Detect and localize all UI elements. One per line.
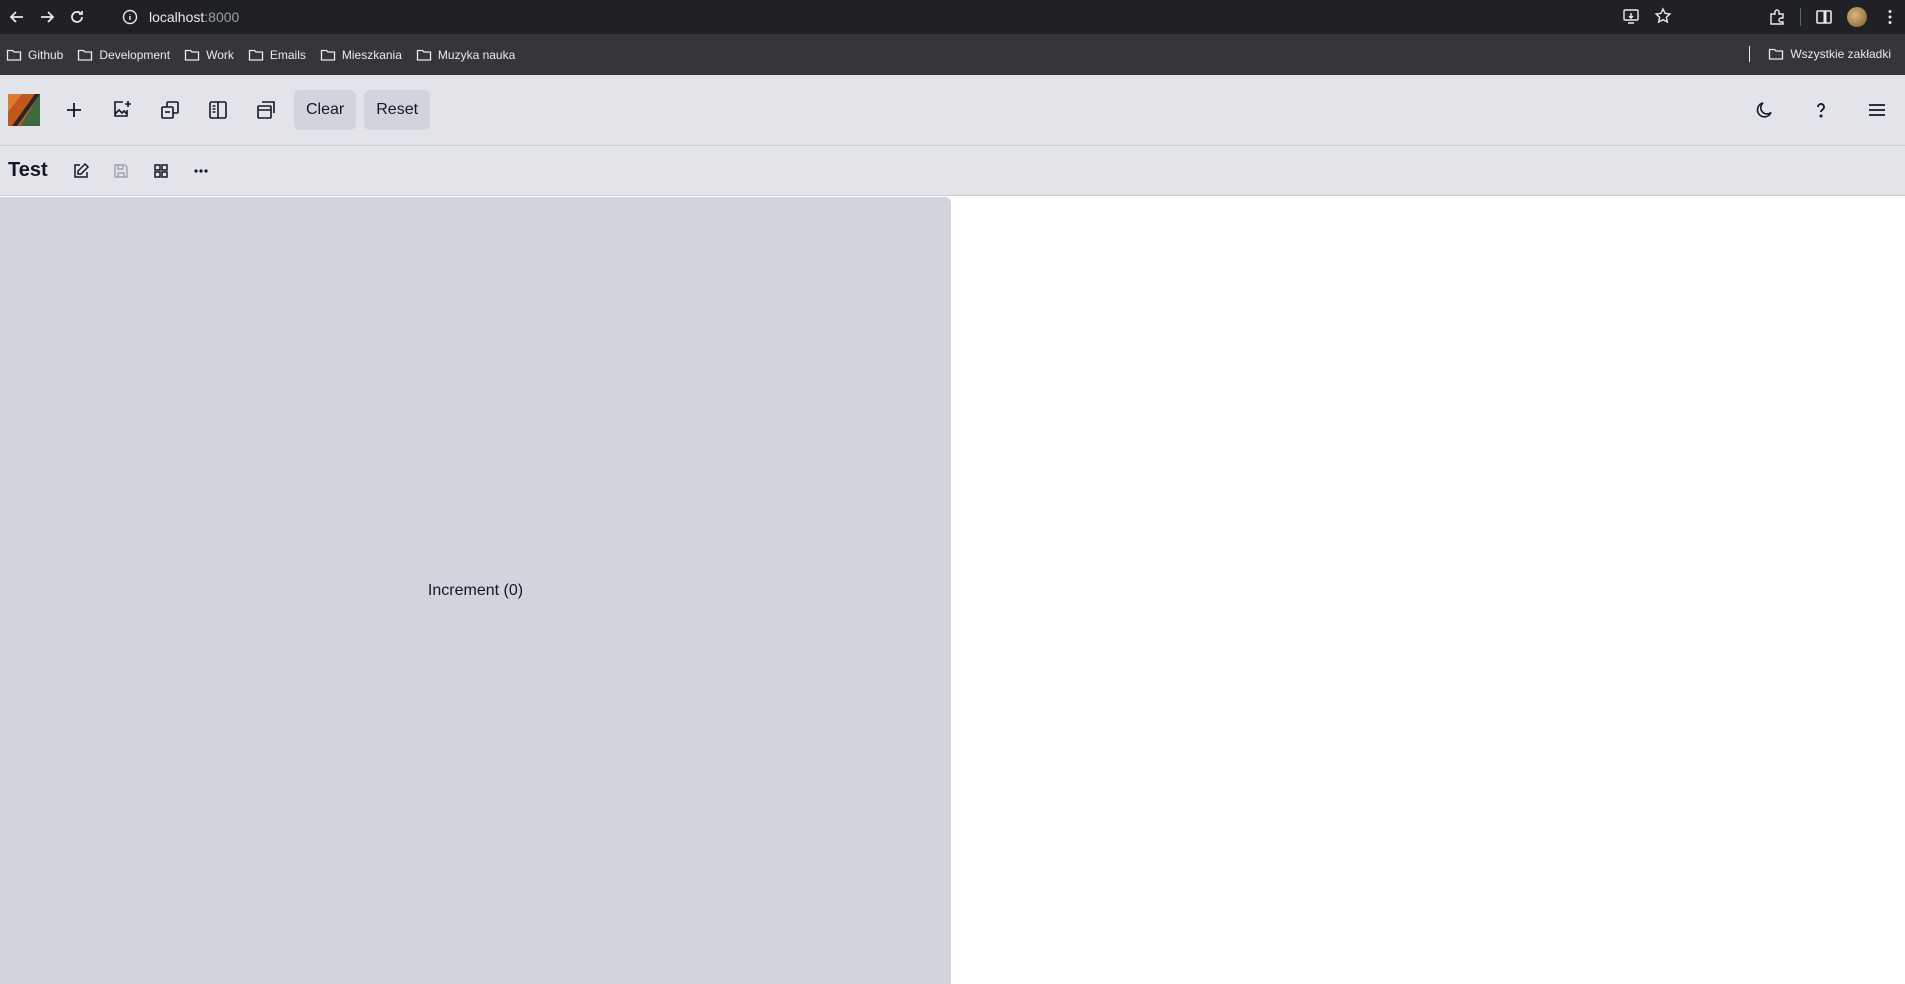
url-text: localhost:8000 [149,9,239,25]
bookmark-star-icon[interactable] [1654,7,1672,25]
bookmark-label: Mieszkania [341,47,402,62]
install-app-icon[interactable] [1622,7,1640,25]
save-icon[interactable] [102,154,140,188]
bookmark-label: Github [28,47,64,62]
bookmark-folder[interactable]: Github [0,42,71,68]
chrome-menu-icon[interactable] [1881,8,1899,26]
folder-icon [1769,48,1784,60]
reset-button[interactable]: Reset [364,90,431,130]
duplicate-icon[interactable] [150,90,190,130]
bookmarks-bar: Github Development Work Emails Mieszkani… [0,34,1905,75]
all-bookmarks-folder[interactable]: Wszystkie zakładki [1762,41,1899,67]
more-options-icon[interactable] [182,154,220,188]
address-bar[interactable]: localhost:8000 [112,4,1680,30]
folder-icon [320,49,336,61]
folder-icon [6,49,22,61]
url-port: :8000 [204,9,240,25]
bookmark-label: Development [99,47,171,62]
browser-titlebar: localhost:8000 [0,0,1905,34]
increment-button[interactable]: Increment (0) [428,582,523,600]
url-host: localhost [149,9,205,25]
preview-pane: Increment (0) [0,197,951,984]
app-toolbar: Clear Reset [0,75,1905,146]
reload-icon[interactable] [64,4,90,30]
document-title: Test [8,159,48,181]
folder-icon [416,49,432,61]
bookmark-folder[interactable]: Muzyka nauka [410,42,523,68]
bookmark-folder[interactable]: Work [178,42,242,68]
grid-view-icon[interactable] [142,154,180,188]
editor-pane[interactable] [951,197,1905,984]
open-window-icon[interactable] [246,90,286,130]
hamburger-menu-icon[interactable] [1857,90,1897,130]
extension-puzzle-icon[interactable] [1768,8,1786,26]
toolbar-separator [1800,8,1801,26]
side-panel-icon[interactable] [1815,8,1833,26]
edit-icon[interactable] [62,154,100,188]
document-toolbar: Test [0,146,1905,196]
bookmark-folder[interactable]: Development [71,42,178,68]
bookmark-label: Emails [269,47,306,62]
folder-icon [78,49,93,61]
bookmark-folder[interactable]: Mieszkania [314,42,410,68]
profile-avatar[interactable] [1847,7,1867,27]
split-view-icon[interactable] [198,90,238,130]
add-icon[interactable] [54,90,94,130]
add-image-icon[interactable] [102,90,142,130]
back-icon[interactable] [4,4,30,30]
all-bookmarks-label: Wszystkie zakładki [1790,47,1891,61]
bookmark-label: Muzyka nauka [437,47,516,62]
bookmarks-divider [1749,46,1751,62]
site-info-icon[interactable] [120,7,140,27]
app-logo[interactable] [8,94,40,126]
clear-button[interactable]: Clear [294,90,357,130]
forward-icon[interactable] [34,4,60,30]
bookmark-folder[interactable]: Emails [242,42,314,68]
dark-mode-icon[interactable] [1745,90,1785,130]
help-icon[interactable] [1801,90,1841,130]
bookmark-label: Work [206,47,234,62]
folder-icon [184,49,200,61]
folder-icon [248,49,264,61]
